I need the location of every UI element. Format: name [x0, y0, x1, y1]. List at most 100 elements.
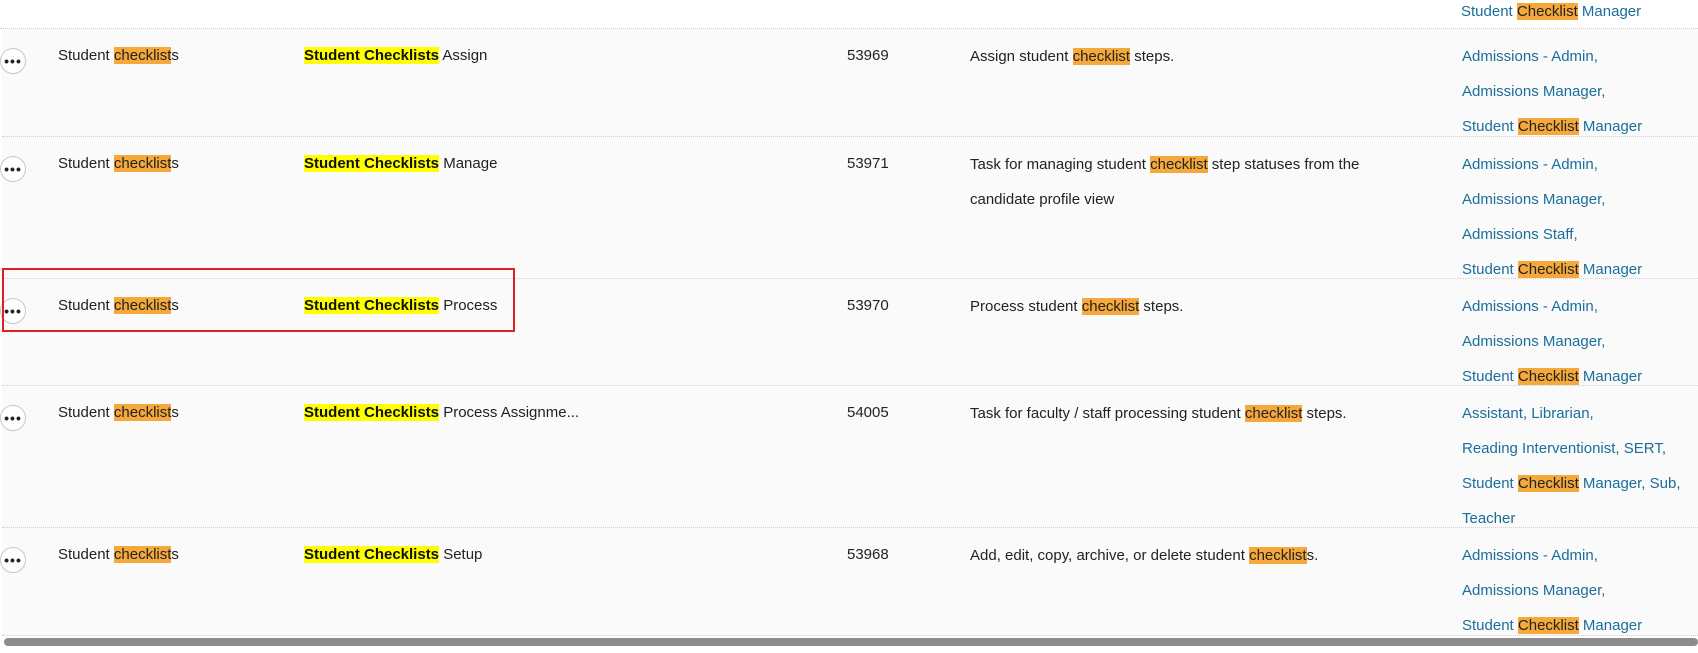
text-segment: Manager: [1578, 617, 1643, 634]
search-highlight: checklist: [113, 404, 172, 421]
search-highlight: checklist: [113, 297, 172, 314]
text-segment: Student: [1462, 617, 1518, 634]
text-segment: Reading Interventionist, SERT,: [1462, 440, 1667, 457]
text-segment: Manager: [1578, 261, 1643, 278]
category-cell: Student checklists: [58, 404, 179, 421]
roles-cell: Admissions - Admin, Admissions Manager, St…: [1462, 289, 1642, 394]
description-cell: Add, edit, copy, archive, or delete stud…: [970, 538, 1390, 573]
search-highlight: Checklist: [1517, 475, 1579, 492]
text-segment: Admissions Manager,: [1462, 191, 1606, 208]
text-segment: Admissions Manager,: [1462, 83, 1606, 100]
table-row: ••• Student checklists Student Checklists …: [0, 386, 1698, 528]
role-text: Manager: [1577, 3, 1642, 20]
roles-cell: Admissions - Admin, Admissions Manager, St…: [1462, 538, 1642, 643]
role-text: Student: [1461, 3, 1517, 20]
role-link[interactable]: Student Checklist Manager, Sub,: [1462, 466, 1680, 501]
text-segment: Task for faculty / staff processing stud…: [970, 405, 1245, 422]
text-segment: Manager: [1578, 118, 1643, 135]
table-row: ••• Student checklists Student Checklists …: [0, 29, 1698, 137]
task-name-cell: Student Checklists Process Assignme...: [304, 404, 579, 421]
roles-cell: Admissions - Admin, Admissions Manager, Ad…: [1462, 147, 1642, 287]
task-name-text: Process: [439, 297, 498, 314]
role-link[interactable]: Admissions Staff,: [1462, 217, 1642, 252]
text-segment: steps.: [1130, 48, 1175, 65]
more-options-button[interactable]: •••: [0, 156, 26, 182]
task-name-text: Assign: [439, 47, 488, 64]
category-cell: Student checklists: [58, 546, 179, 563]
category-text: Student: [58, 155, 114, 172]
text-segment: Student: [1462, 475, 1518, 492]
text-segment: Student: [1462, 368, 1518, 385]
text-segment: Add, edit, copy, archive, or delete stud…: [970, 547, 1250, 564]
roles-cell: Assistant, Librarian, Reading Interventio…: [1462, 396, 1680, 536]
search-highlight: checklist: [113, 546, 172, 563]
search-highlight: Checklist: [1517, 261, 1579, 278]
task-id-cell: 53968: [847, 546, 889, 563]
description-cell: Task for faculty / staff processing stud…: [970, 396, 1390, 431]
search-highlight: checklist: [113, 47, 172, 64]
task-id-cell: 53971: [847, 155, 889, 172]
previous-row-fragment: Student Checklist Manager: [0, 0, 1698, 29]
text-segment: Admissions Manager,: [1462, 582, 1606, 599]
text-segment: Admissions - Admin,: [1462, 547, 1598, 564]
text-segment: Admissions Staff,: [1462, 226, 1578, 243]
text-segment: Admissions Manager,: [1462, 333, 1606, 350]
category-cell: Student checklists: [58, 297, 179, 314]
search-highlight: Checklist: [1516, 3, 1578, 20]
ellipsis-icon: •••: [4, 552, 22, 568]
role-link[interactable]: Admissions Manager,: [1462, 74, 1642, 109]
text-segment: steps.: [1302, 405, 1347, 422]
more-options-button[interactable]: •••: [0, 48, 26, 74]
text-segment: Assistant, Librarian,: [1462, 405, 1594, 422]
category-text: s: [171, 546, 179, 563]
search-highlight: Student Checklists: [304, 546, 440, 563]
more-options-button[interactable]: •••: [0, 547, 26, 573]
task-id-cell: 54005: [847, 404, 889, 421]
search-highlight: Student Checklists: [304, 297, 440, 314]
table-row: ••• Student checklists Student Checklists …: [0, 528, 1698, 636]
text-segment: s.: [1306, 547, 1319, 564]
role-link[interactable]: Admissions - Admin,: [1462, 289, 1642, 324]
role-link[interactable]: Admissions Manager,: [1462, 182, 1642, 217]
category-text: s: [171, 47, 179, 64]
role-link[interactable]: Student Checklist Manager: [1461, 3, 1641, 20]
category-text: Student: [58, 297, 114, 314]
role-link[interactable]: Reading Interventionist, SERT,: [1462, 431, 1680, 466]
category-text: s: [171, 155, 179, 172]
search-highlight: Student Checklists: [304, 155, 440, 172]
text-segment: Manager, Sub,: [1578, 475, 1681, 492]
role-link[interactable]: Admissions - Admin,: [1462, 538, 1642, 573]
more-options-button[interactable]: •••: [0, 298, 26, 324]
more-options-button[interactable]: •••: [0, 405, 26, 431]
role-link[interactable]: Assistant, Librarian,: [1462, 396, 1680, 431]
row-menu-cell: •••: [0, 547, 26, 573]
category-text: s: [171, 404, 179, 421]
category-text: s: [171, 297, 179, 314]
search-highlight: checklist: [1081, 298, 1140, 315]
role-link[interactable]: Admissions Manager,: [1462, 573, 1642, 608]
row-menu-cell: •••: [0, 48, 26, 74]
task-id-cell: 53969: [847, 47, 889, 64]
text-segment: Admissions - Admin,: [1462, 156, 1598, 173]
search-highlight: Checklist: [1517, 118, 1579, 135]
search-highlight: checklist: [1249, 547, 1307, 564]
category-cell: Student checklists: [58, 155, 179, 172]
table-row: ••• Student checklists Student Checklists …: [0, 137, 1698, 279]
text-segment: Assign student: [970, 48, 1073, 65]
task-name-cell: Student Checklists Assign: [304, 47, 487, 64]
ellipsis-icon: •••: [4, 303, 22, 319]
search-highlight: Student Checklists: [304, 47, 440, 64]
category-cell: Student checklists: [58, 47, 179, 64]
text-segment: Admissions - Admin,: [1462, 48, 1598, 65]
text-segment: Student: [1462, 118, 1518, 135]
role-link[interactable]: Admissions Manager,: [1462, 324, 1642, 359]
search-highlight: Checklist: [1517, 617, 1579, 634]
text-segment: Student: [1462, 261, 1518, 278]
text-segment: Teacher: [1462, 510, 1516, 527]
horizontal-scrollbar[interactable]: [4, 638, 1698, 646]
description-cell: Assign student checklist steps.: [970, 39, 1390, 74]
role-link[interactable]: Admissions - Admin,: [1462, 147, 1642, 182]
role-link[interactable]: Admissions - Admin,: [1462, 39, 1642, 74]
row-menu-cell: •••: [0, 405, 26, 431]
search-highlight: checklist: [113, 155, 172, 172]
